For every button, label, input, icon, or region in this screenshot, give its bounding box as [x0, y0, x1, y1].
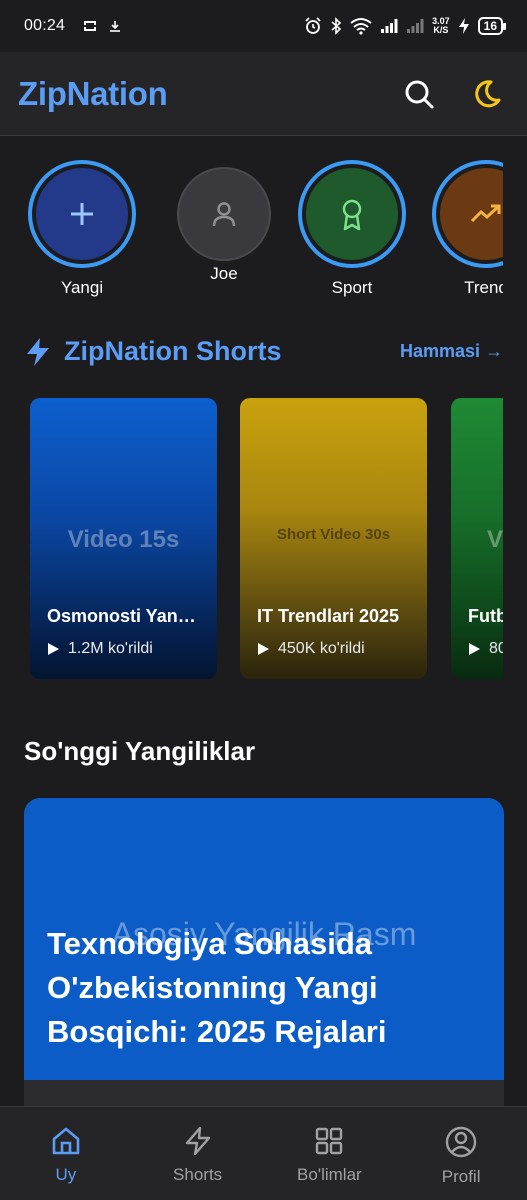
nav-profile[interactable]: Profil [395, 1107, 527, 1200]
status-bar: 00:24 3.07 K/S 16 [0, 0, 527, 52]
story-joe[interactable]: Joe [170, 160, 278, 284]
story-avatar [177, 167, 271, 261]
battery-indicator: 16 [477, 17, 507, 35]
short-title: Futbol [468, 606, 503, 626]
bluetooth-icon [331, 17, 342, 35]
clock: 00:24 [24, 17, 66, 34]
short-title: IT Trendlari 2025 [257, 606, 400, 626]
charging-icon [458, 18, 469, 34]
news-card-footer [24, 1080, 504, 1108]
bottom-navigation: Uy Shorts Bo'limlar Profil [0, 1106, 527, 1200]
story-ring [432, 160, 503, 268]
story-avatar [440, 168, 503, 260]
story-label: Joe [210, 264, 238, 283]
search-icon[interactable] [403, 78, 435, 110]
nav-label: Profil [441, 1167, 481, 1186]
play-icon [48, 643, 59, 655]
profile-icon [445, 1126, 477, 1158]
nav-label: Shorts [173, 1165, 223, 1184]
story-ring [28, 160, 136, 268]
news-section-title: So'nggi Yangiliklar [24, 736, 256, 766]
see-all-link[interactable]: Hammasi → [400, 341, 503, 362]
app-header: ZipNation [0, 52, 527, 136]
story-avatar [36, 168, 128, 260]
signal-icon [381, 19, 398, 33]
user-icon [212, 202, 236, 227]
short-title: Osmonosti Yangiliklari [47, 606, 205, 626]
moon-icon[interactable] [471, 78, 503, 110]
wifi-icon [350, 18, 372, 35]
story-sport[interactable]: Sport [298, 160, 406, 298]
home-icon [52, 1127, 80, 1155]
shorts-carousel: Video 15s Osmonosti Yangiliklari 1.2M ko… [30, 398, 503, 680]
alarm-icon [305, 17, 321, 34]
short-card[interactable]: Video 15s Osmonosti Yangiliklari 1.2M ko… [30, 398, 217, 679]
nav-label: Bo'limlar [297, 1165, 362, 1184]
news-card[interactable]: Asosiy Yangilik Rasm Texnologiya Sohasid… [24, 798, 504, 1108]
shorts-section-header: ZipNation Shorts Hammasi → [24, 336, 503, 367]
grid-icon [316, 1127, 343, 1155]
trending-icon [470, 204, 501, 223]
lightning-icon [27, 337, 49, 366]
story-label: Trend [464, 278, 503, 297]
award-icon [342, 199, 362, 231]
nav-shorts[interactable]: Shorts [132, 1107, 264, 1200]
net-speed: 3.07 K/S [432, 16, 450, 35]
play-icon [258, 643, 269, 655]
nav-label: Uy [55, 1165, 77, 1184]
short-placeholder: Video [487, 526, 503, 553]
short-views: 450K ko'rildi [257, 640, 365, 658]
shorts-section-title: ZipNation Shorts [64, 336, 282, 366]
story-avatar [306, 168, 398, 260]
cast-icon [84, 21, 97, 31]
nav-home[interactable]: Uy [0, 1107, 132, 1200]
nav-sections[interactable]: Bo'limlar [264, 1107, 396, 1200]
story-label: Yangi [60, 278, 104, 297]
story-ring [170, 160, 278, 268]
short-views: 800K ko'rildi [468, 640, 503, 658]
story-new[interactable]: Yangi [28, 160, 136, 298]
stories-row: Yangi Joe Sport Trend [28, 160, 503, 300]
news-headline: Texnologiya Sohasida O'zbekistonning Yan… [47, 926, 387, 1049]
short-card[interactable]: Video Futbol 800K ko'rildi [451, 398, 503, 679]
story-label: Sport [331, 278, 373, 297]
story-ring [298, 160, 406, 268]
download-icon [110, 21, 121, 32]
play-icon [469, 643, 480, 655]
short-placeholder: Short Video 30s [276, 526, 391, 543]
app-logo[interactable]: ZipNation [18, 75, 168, 113]
short-views: 1.2M ko'rildi [47, 640, 153, 658]
plus-icon [71, 203, 93, 225]
story-trend[interactable]: Trend [432, 160, 503, 298]
short-placeholder: Video 15s [67, 526, 180, 553]
lightning-icon [185, 1126, 210, 1156]
short-card[interactable]: Short Video 30s IT Trendlari 2025 450K k… [240, 398, 427, 679]
signal-2-icon [407, 19, 424, 33]
